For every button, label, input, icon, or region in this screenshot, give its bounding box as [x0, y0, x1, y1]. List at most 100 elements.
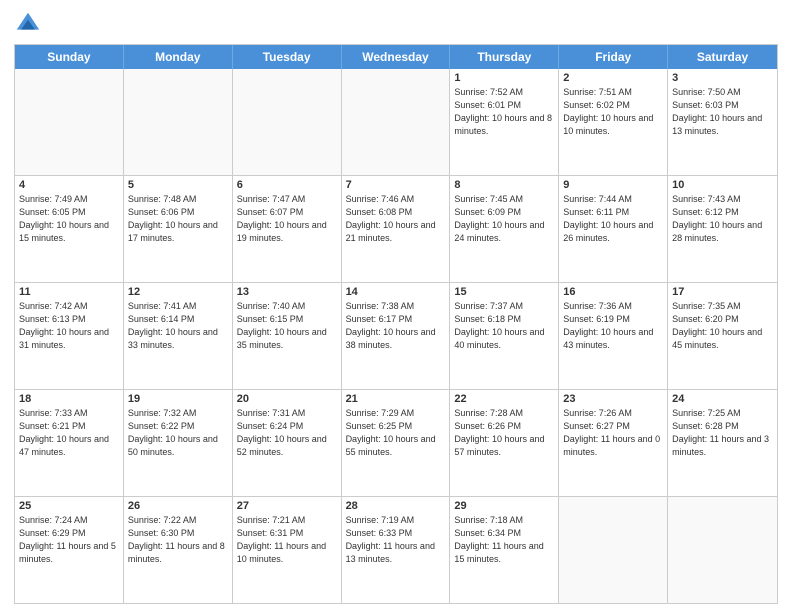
calendar-cell: 29 Sunrise: 7:18 AM Sunset: 6:34 PM Dayli… — [450, 497, 559, 603]
sun-info: Sunrise: 7:25 AM Sunset: 6:28 PM Dayligh… — [672, 407, 773, 459]
logo — [14, 10, 46, 38]
day-number: 17 — [672, 286, 773, 298]
calendar-cell: 8 Sunrise: 7:45 AM Sunset: 6:09 PM Daylig… — [450, 176, 559, 282]
header-cell-saturday: Saturday — [668, 45, 777, 69]
day-number: 9 — [563, 179, 663, 191]
day-number: 11 — [19, 286, 119, 298]
calendar-cell: 24 Sunrise: 7:25 AM Sunset: 6:28 PM Dayli… — [668, 390, 777, 496]
day-number: 27 — [237, 500, 337, 512]
calendar-cell: 3 Sunrise: 7:50 AM Sunset: 6:03 PM Daylig… — [668, 69, 777, 175]
sun-info: Sunrise: 7:24 AM Sunset: 6:29 PM Dayligh… — [19, 514, 119, 566]
calendar-cell: 17 Sunrise: 7:35 AM Sunset: 6:20 PM Dayli… — [668, 283, 777, 389]
header-cell-friday: Friday — [559, 45, 668, 69]
calendar-cell: 11 Sunrise: 7:42 AM Sunset: 6:13 PM Dayli… — [15, 283, 124, 389]
calendar-cell: 23Sunrise: 7:26 AM Sunset: 6:27 PM Dayli… — [559, 390, 668, 496]
header-cell-wednesday: Wednesday — [342, 45, 451, 69]
sun-info: Sunrise: 7:44 AM Sunset: 6:11 PM Dayligh… — [563, 193, 663, 245]
sun-info: Sunrise: 7:47 AM Sunset: 6:07 PM Dayligh… — [237, 193, 337, 245]
calendar-row-2: 11 Sunrise: 7:42 AM Sunset: 6:13 PM Dayli… — [15, 282, 777, 389]
day-number: 2 — [563, 72, 663, 84]
sun-info: Sunrise: 7:22 AM Sunset: 6:30 PM Dayligh… — [128, 514, 228, 566]
day-number: 22 — [454, 393, 554, 405]
calendar-cell: 15 Sunrise: 7:37 AM Sunset: 6:18 PM Dayli… — [450, 283, 559, 389]
day-number: 16 — [563, 286, 663, 298]
header — [14, 10, 778, 38]
calendar-cell — [668, 497, 777, 603]
calendar-cell: 4Sunrise: 7:49 AM Sunset: 6:05 PM Daylig… — [15, 176, 124, 282]
day-number: 13 — [237, 286, 337, 298]
calendar-cell: 28Sunrise: 7:19 AM Sunset: 6:33 PM Dayli… — [342, 497, 451, 603]
sun-info: Sunrise: 7:41 AM Sunset: 6:14 PM Dayligh… — [128, 300, 228, 352]
calendar-header: SundayMondayTuesdayWednesdayThursdayFrid… — [15, 45, 777, 69]
calendar-cell: 14 Sunrise: 7:38 AM Sunset: 6:17 PM Dayli… — [342, 283, 451, 389]
calendar-cell — [124, 69, 233, 175]
calendar-row-4: 25 Sunrise: 7:24 AM Sunset: 6:29 PM Dayli… — [15, 496, 777, 603]
sun-info: Sunrise: 7:35 AM Sunset: 6:20 PM Dayligh… — [672, 300, 773, 352]
header-cell-tuesday: Tuesday — [233, 45, 342, 69]
sun-info: Sunrise: 7:37 AM Sunset: 6:18 PM Dayligh… — [454, 300, 554, 352]
calendar-cell: 26 Sunrise: 7:22 AM Sunset: 6:30 PM Dayli… — [124, 497, 233, 603]
calendar-row-0: 1 Sunrise: 7:52 AM Sunset: 6:01 PM Daylig… — [15, 69, 777, 175]
sun-info: Sunrise: 7:31 AM Sunset: 6:24 PM Dayligh… — [237, 407, 337, 459]
sun-info: Sunrise: 7:45 AM Sunset: 6:09 PM Dayligh… — [454, 193, 554, 245]
sun-info: Sunrise: 7:32 AM Sunset: 6:22 PM Dayligh… — [128, 407, 228, 459]
sun-info: Sunrise: 7:50 AM Sunset: 6:03 PM Dayligh… — [672, 86, 773, 138]
sun-info: Sunrise: 7:29 AM Sunset: 6:25 PM Dayligh… — [346, 407, 446, 459]
day-number: 5 — [128, 179, 228, 191]
sun-info: Sunrise: 7:42 AM Sunset: 6:13 PM Dayligh… — [19, 300, 119, 352]
sun-info: Sunrise: 7:21 AM Sunset: 6:31 PM Dayligh… — [237, 514, 337, 566]
day-number: 21 — [346, 393, 446, 405]
day-number: 12 — [128, 286, 228, 298]
calendar-cell: 19 Sunrise: 7:32 AM Sunset: 6:22 PM Dayli… — [124, 390, 233, 496]
header-cell-sunday: Sunday — [15, 45, 124, 69]
day-number: 1 — [454, 72, 554, 84]
day-number: 15 — [454, 286, 554, 298]
calendar-cell: 21 Sunrise: 7:29 AM Sunset: 6:25 PM Dayli… — [342, 390, 451, 496]
sun-info: Sunrise: 7:36 AM Sunset: 6:19 PM Dayligh… — [563, 300, 663, 352]
day-number: 25 — [19, 500, 119, 512]
day-number: 20 — [237, 393, 337, 405]
day-number: 7 — [346, 179, 446, 191]
calendar-cell — [559, 497, 668, 603]
sun-info: Sunrise: 7:46 AM Sunset: 6:08 PM Dayligh… — [346, 193, 446, 245]
sun-info: Sunrise: 7:38 AM Sunset: 6:17 PM Dayligh… — [346, 300, 446, 352]
day-number: 26 — [128, 500, 228, 512]
sun-info: Sunrise: 7:52 AM Sunset: 6:01 PM Dayligh… — [454, 86, 554, 138]
sun-info: Sunrise: 7:19 AM Sunset: 6:33 PM Dayligh… — [346, 514, 446, 566]
header-cell-thursday: Thursday — [450, 45, 559, 69]
calendar-cell: 22 Sunrise: 7:28 AM Sunset: 6:26 PM Dayli… — [450, 390, 559, 496]
sun-info: Sunrise: 7:28 AM Sunset: 6:26 PM Dayligh… — [454, 407, 554, 459]
sun-info: Sunrise: 7:18 AM Sunset: 6:34 PM Dayligh… — [454, 514, 554, 566]
sun-info: Sunrise: 7:51 AM Sunset: 6:02 PM Dayligh… — [563, 86, 663, 138]
day-number: 24 — [672, 393, 773, 405]
sun-info: Sunrise: 7:48 AM Sunset: 6:06 PM Dayligh… — [128, 193, 228, 245]
calendar-cell: 6 Sunrise: 7:47 AM Sunset: 6:07 PM Daylig… — [233, 176, 342, 282]
calendar-cell: 9 Sunrise: 7:44 AM Sunset: 6:11 PM Daylig… — [559, 176, 668, 282]
calendar-cell: 25 Sunrise: 7:24 AM Sunset: 6:29 PM Dayli… — [15, 497, 124, 603]
calendar-cell: 5 Sunrise: 7:48 AM Sunset: 6:06 PM Daylig… — [124, 176, 233, 282]
calendar-cell — [233, 69, 342, 175]
day-number: 8 — [454, 179, 554, 191]
sun-info: Sunrise: 7:43 AM Sunset: 6:12 PM Dayligh… — [672, 193, 773, 245]
calendar-body: 1 Sunrise: 7:52 AM Sunset: 6:01 PM Daylig… — [15, 69, 777, 603]
calendar-cell: 10 Sunrise: 7:43 AM Sunset: 6:12 PM Dayli… — [668, 176, 777, 282]
day-number: 4 — [19, 179, 119, 191]
calendar-cell: 7 Sunrise: 7:46 AM Sunset: 6:08 PM Daylig… — [342, 176, 451, 282]
day-number: 14 — [346, 286, 446, 298]
day-number: 29 — [454, 500, 554, 512]
calendar-cell: 1 Sunrise: 7:52 AM Sunset: 6:01 PM Daylig… — [450, 69, 559, 175]
sun-info: Sunrise: 7:26 AM Sunset: 6:27 PM Dayligh… — [563, 407, 663, 459]
calendar-cell: 27 Sunrise: 7:21 AM Sunset: 6:31 PM Dayli… — [233, 497, 342, 603]
calendar-row-3: 18 Sunrise: 7:33 AM Sunset: 6:21 PM Dayli… — [15, 389, 777, 496]
day-number: 3 — [672, 72, 773, 84]
day-number: 6 — [237, 179, 337, 191]
calendar-cell: 12 Sunrise: 7:41 AM Sunset: 6:14 PM Dayli… — [124, 283, 233, 389]
sun-info: Sunrise: 7:33 AM Sunset: 6:21 PM Dayligh… — [19, 407, 119, 459]
day-number: 19 — [128, 393, 228, 405]
day-number: 18 — [19, 393, 119, 405]
calendar-cell — [342, 69, 451, 175]
logo-icon — [14, 10, 42, 38]
page: SundayMondayTuesdayWednesdayThursdayFrid… — [0, 0, 792, 612]
day-number: 10 — [672, 179, 773, 191]
calendar-cell: 13Sunrise: 7:40 AM Sunset: 6:15 PM Dayli… — [233, 283, 342, 389]
